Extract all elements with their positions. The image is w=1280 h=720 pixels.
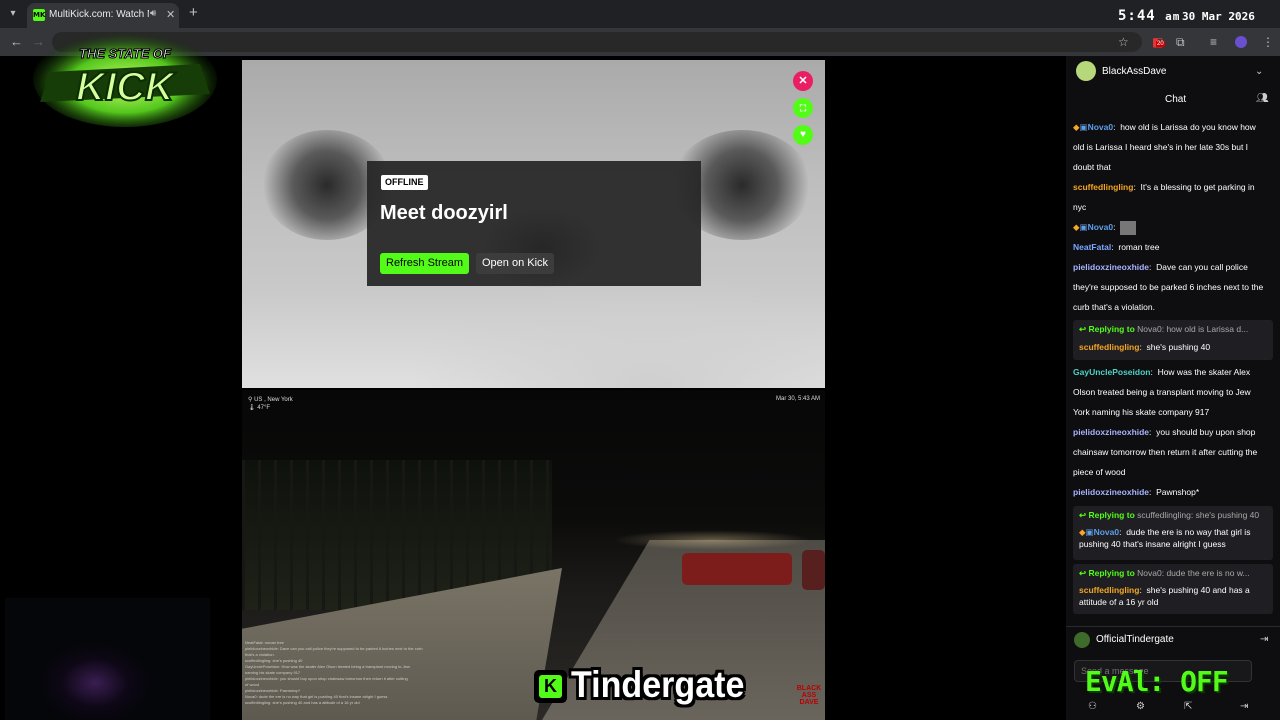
chat-reply: ↩ Replying to Nova0: how old is Larissa … [1073, 320, 1273, 360]
clock-date: 30 Mar 2026 [1182, 10, 1255, 23]
chat-text: roman tree [1118, 242, 1160, 252]
gear-icon[interactable]: ⚙ [1136, 701, 1145, 712]
close-stream-icon[interactable]: ✕ [793, 71, 813, 91]
chat-message: ◆▣Nova0: how old is Larissa do you know … [1073, 122, 1256, 172]
car-image [802, 550, 825, 590]
chat-message: pielidoxzineoxhide: Dave can you call po… [1073, 262, 1264, 312]
footer-avatar [1074, 632, 1090, 648]
offline-card-title: Meet doozyirl [380, 202, 508, 224]
bookmark-star-icon[interactable]: ☆ [1118, 35, 1129, 49]
refresh-stream-button[interactable]: Refresh Stream [380, 253, 470, 274]
svg-text:KICK: KICK [76, 65, 177, 109]
logout-icon[interactable]: ⇥ [1260, 634, 1268, 645]
svg-text:THE STATE OF: THE STATE OF [79, 46, 172, 61]
footer-username: OfficialTindergate [1096, 634, 1174, 645]
chat-username[interactable]: pielidoxzineoxhide [1073, 427, 1149, 437]
emote-image [1120, 220, 1137, 235]
channel-avatar[interactable] [1076, 61, 1096, 81]
media-control-icon[interactable]: ≡ [1210, 35, 1217, 49]
exit-icon[interactable]: ⇥ [1240, 701, 1248, 712]
chat-username[interactable]: scuffedlingling [1079, 342, 1139, 352]
extensions-puzzle-icon[interactable]: ⧉ [1176, 35, 1185, 50]
chat-message: scuffedlingling: It's a blessing to get … [1073, 182, 1255, 212]
eval-status-overlay: EvAl: OFF [1085, 665, 1229, 698]
favicon-icon: MK [33, 9, 46, 21]
chevron-down-icon[interactable]: ⌄ [1255, 66, 1263, 77]
chat-reply: ↩ Replying to scuffedlingling: she's pus… [1073, 506, 1273, 560]
add-user-icon[interactable]: ⚇ [1088, 701, 1097, 712]
chat-divider [1066, 626, 1280, 627]
chat-username[interactable]: NeatFatal [1073, 242, 1111, 252]
chat-username[interactable]: Nova0 [1088, 222, 1114, 232]
chat-title: Chat [1165, 94, 1187, 105]
speaker-icon[interactable]: 🔊︎ [150, 8, 156, 19]
overlay-chat: NeatFatal: roman tree pielidoxzineoxhide… [245, 640, 435, 706]
offline-badge: OFFLINE [381, 175, 428, 190]
popout-icon[interactable]: ⇱ [1184, 701, 1192, 712]
chat-username[interactable]: scuffedlingling [1079, 585, 1139, 595]
webcam-feed [5, 598, 210, 720]
tab-search-icon[interactable]: ▾ [6, 7, 20, 21]
chat-reply: ↩ Replying to Nova0: dude the ere is no … [1073, 564, 1273, 614]
chat-username[interactable]: GayUnclePoseidon [1073, 367, 1150, 377]
chat-message: pielidoxzineoxhide: Pawnshop* [1073, 487, 1200, 497]
overlay-chat-line: scuffedlingling: she's pushing 40 and ha… [245, 700, 360, 705]
state-of-kick-logo: THE STATE OF KICK [30, 24, 220, 128]
clock-time: 5:44 am [1118, 8, 1181, 24]
black-ass-dave-logo: BLACK ASS DAVE [796, 685, 822, 706]
extension-icon[interactable]: ◧20 [1152, 35, 1165, 49]
chat-username[interactable]: pielidoxzineoxhide [1073, 262, 1149, 272]
chat-text: Pawnshop* [1156, 487, 1200, 497]
fullscreen-icon[interactable]: ⛶ [793, 98, 813, 118]
chat-message: NeatFatal: roman tree [1073, 242, 1160, 252]
tindergate-caption: Tindergate [571, 664, 745, 705]
tab-close-icon[interactable]: ✕ [166, 8, 175, 21]
menu-icon[interactable]: ⋮ [1262, 35, 1274, 49]
new-tab-icon[interactable]: + [189, 4, 198, 21]
chat-username[interactable]: pielidoxzineoxhide [1073, 487, 1149, 497]
chat-username[interactable]: Nova0 [1094, 527, 1120, 537]
back-icon[interactable]: ← [10, 34, 23, 49]
chat-username[interactable]: scuffedlingling [1073, 182, 1133, 192]
stream-timestamp: Mar 30, 5:43 AM [776, 396, 821, 402]
channel-name[interactable]: BlackAssDave [1102, 66, 1166, 77]
users-icon[interactable]: 👥︎ [1256, 93, 1269, 104]
chat-message: pielidoxzineoxhide: you should buy upon … [1073, 427, 1258, 477]
street-lights-image [612, 530, 812, 550]
chat-username[interactable]: Nova0 [1088, 122, 1114, 132]
tab-title: MultiKick.com: Watch Multi [49, 9, 149, 20]
location-label: ⚲ US , New York [248, 397, 293, 403]
favorite-heart-icon[interactable]: ♥ [793, 125, 813, 145]
open-on-kick-button[interactable]: Open on Kick [476, 253, 555, 274]
profile-avatar[interactable] [1235, 36, 1247, 48]
temperature-label: 🌡︎ 47°F [248, 405, 271, 411]
minimize-icon[interactable]: – [1234, 6, 1241, 20]
chat-message: ◆▣Nova0: [1073, 217, 1268, 237]
red-car-image [682, 553, 792, 585]
kick-logo-icon: K [534, 670, 567, 703]
chat-message: GayUnclePoseidon: How was the skater Ale… [1073, 367, 1251, 417]
